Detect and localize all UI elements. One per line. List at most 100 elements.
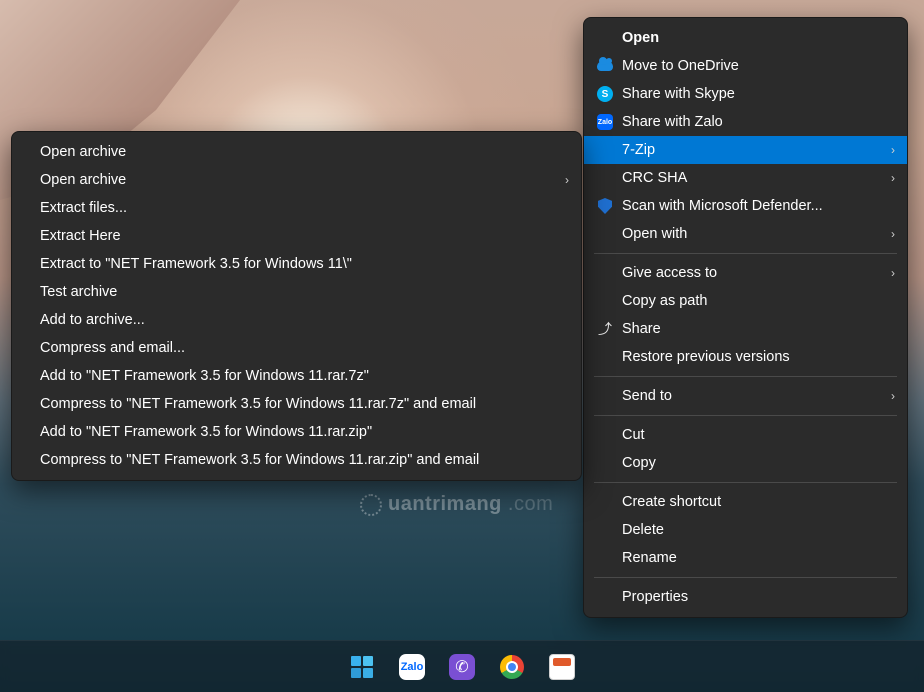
shield-icon [594,196,616,216]
snipping-tool-icon [549,654,575,680]
chevron-right-icon: › [881,389,895,403]
blank-icon [594,453,616,473]
menu-item-scan-with-microsoft-defender[interactable]: Scan with Microsoft Defender... [584,192,907,220]
watermark-gear-icon [360,494,382,516]
windows-start-icon [351,656,373,678]
blank-icon [594,28,616,48]
menu-separator [594,253,897,254]
menu-item-move-to-onedrive[interactable]: Move to OneDrive [584,52,907,80]
menu-item-label: Compress to "NET Framework 3.5 for Windo… [40,452,555,468]
menu-item-7-zip[interactable]: 7-Zip› [584,136,907,164]
menu-item-label: Give access to [622,265,881,281]
blank-icon [594,548,616,568]
blank-icon [594,520,616,540]
menu-item-label: Move to OneDrive [622,58,881,74]
menu-item-label: CRC SHA [622,170,881,186]
menu-item-label: Share with Skype [622,86,881,102]
menu-item-extract-to-net-framework-3-5-for-windows-11[interactable]: Extract to "NET Framework 3.5 for Window… [12,250,581,278]
menu-item-label: Create shortcut [622,494,881,510]
menu-item-share-with-zalo[interactable]: Zalo Share with Zalo [584,108,907,136]
menu-item-compress-and-email[interactable]: Compress and email... [12,334,581,362]
menu-item-extract-files[interactable]: Extract files... [12,194,581,222]
watermark-text: uantrimang [388,493,502,516]
menu-item-extract-here[interactable]: Extract Here [12,222,581,250]
menu-item-give-access-to[interactable]: Give access to› [584,259,907,287]
menu-item-label: Extract files... [40,200,555,216]
blank-icon [594,587,616,607]
blank-icon [594,291,616,311]
menu-separator [594,376,897,377]
zalo-icon: Zalo [399,654,425,680]
menu-item-label: Extract Here [40,228,555,244]
menu-item-copy-as-path[interactable]: Copy as path [584,287,907,315]
menu-item-add-to-archive[interactable]: Add to archive... [12,306,581,334]
7zip-submenu: Open archiveOpen archive›Extract files..… [11,131,582,481]
menu-item-restore-previous-versions[interactable]: Restore previous versions [584,343,907,371]
zalo-icon: Zalo [594,112,616,132]
menu-item-label: Open archive [40,172,555,188]
menu-item-label: Properties [622,589,881,605]
blank-icon [594,347,616,367]
menu-item-label: Copy as path [622,293,881,309]
menu-item-test-archive[interactable]: Test archive [12,278,581,306]
menu-item-label: Delete [622,522,881,538]
menu-item-cut[interactable]: Cut [584,421,907,449]
menu-item-share[interactable]: ⤴Share [584,315,907,343]
menu-item-label: Share with Zalo [622,114,881,130]
menu-item-delete[interactable]: Delete [584,516,907,544]
menu-item-add-to-net-framework-3-5-for-windows-11-rar-zip[interactable]: Add to "NET Framework 3.5 for Windows 11… [12,418,581,446]
chevron-right-icon: › [881,171,895,185]
taskbar-zalo-button[interactable]: Zalo [397,652,427,682]
taskbar: Zalo ✆ [0,640,924,692]
chevron-right-icon: › [881,143,895,157]
taskbar-snipping-button[interactable] [547,652,577,682]
viber-icon: ✆ [449,654,475,680]
menu-item-open[interactable]: Open [584,24,907,52]
blank-icon [594,492,616,512]
menu-item-label: Add to "NET Framework 3.5 for Windows 11… [40,424,555,440]
menu-item-label: Cut [622,427,881,443]
menu-separator [594,415,897,416]
menu-item-open-archive[interactable]: Open archive [12,138,581,166]
watermark: uantrimang .com [360,493,553,516]
blank-icon [594,263,616,283]
menu-item-label: Restore previous versions [622,349,881,365]
menu-item-label: Scan with Microsoft Defender... [622,198,881,214]
menu-item-send-to[interactable]: Send to› [584,382,907,410]
menu-item-label: Compress to "NET Framework 3.5 for Windo… [40,396,555,412]
menu-item-compress-to-net-framework-3-5-for-windows-11-rar-7z-and-email[interactable]: Compress to "NET Framework 3.5 for Windo… [12,390,581,418]
taskbar-viber-button[interactable]: ✆ [447,652,477,682]
taskbar-start-button[interactable] [347,652,377,682]
menu-item-add-to-net-framework-3-5-for-windows-11-rar-7z[interactable]: Add to "NET Framework 3.5 for Windows 11… [12,362,581,390]
onedrive-icon [594,56,616,76]
context-menu: Open Move to OneDrive S Share with Skype Zal… [583,17,908,618]
skype-icon: S [594,84,616,104]
menu-item-open-with[interactable]: Open with› [584,220,907,248]
share-icon: ⤴ [594,319,616,339]
blank-icon [594,386,616,406]
menu-item-label: 7-Zip [622,142,881,158]
menu-item-label: Open with [622,226,881,242]
menu-item-share-with-skype[interactable]: S Share with Skype [584,80,907,108]
menu-item-label: Send to [622,388,881,404]
chevron-right-icon: › [555,173,569,187]
blank-icon [594,425,616,445]
menu-item-rename[interactable]: Rename [584,544,907,572]
menu-item-crc-sha[interactable]: CRC SHA› [584,164,907,192]
menu-item-label: Add to "NET Framework 3.5 for Windows 11… [40,368,555,384]
chevron-right-icon: › [881,266,895,280]
menu-item-label: Add to archive... [40,312,555,328]
taskbar-chrome-button[interactable] [497,652,527,682]
menu-item-copy[interactable]: Copy [584,449,907,477]
blank-icon [594,168,616,188]
menu-item-properties[interactable]: Properties [584,583,907,611]
menu-item-label: Copy [622,455,881,471]
menu-item-open-archive[interactable]: Open archive› [12,166,581,194]
chrome-icon [500,655,524,679]
menu-item-create-shortcut[interactable]: Create shortcut [584,488,907,516]
menu-item-label: Compress and email... [40,340,555,356]
blank-icon [594,140,616,160]
menu-separator [594,482,897,483]
menu-item-compress-to-net-framework-3-5-for-windows-11-rar-zip-and-email[interactable]: Compress to "NET Framework 3.5 for Windo… [12,446,581,474]
blank-icon [594,224,616,244]
